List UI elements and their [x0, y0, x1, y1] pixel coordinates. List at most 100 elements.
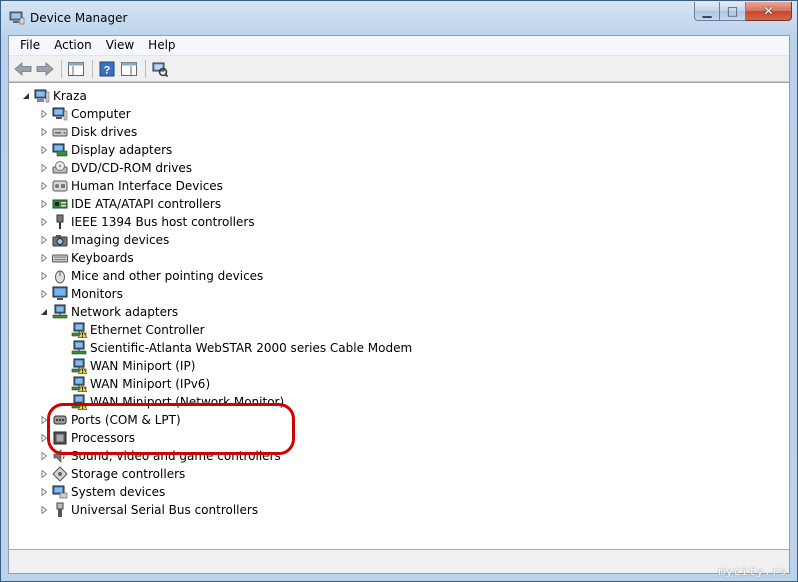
tree-node-label: Universal Serial Bus controllers: [71, 503, 259, 517]
tree-category-keyboards[interactable]: Keyboards: [39, 249, 134, 267]
expand-arrow-icon[interactable]: [39, 181, 49, 191]
tree-device-ethernet-controller[interactable]: Ethernet Controller: [71, 321, 205, 339]
minimize-button[interactable]: ▁: [694, 2, 720, 21]
tree-category-disk-drives[interactable]: Disk drives: [39, 123, 137, 141]
tree-category-mice-and-other-pointing-devices[interactable]: Mice and other pointing devices: [39, 267, 263, 285]
tree-category-ide-ata-atapi-controllers[interactable]: IDE ATA/ATAPI controllers: [39, 195, 221, 213]
tree-category-monitors[interactable]: Monitors: [39, 285, 123, 303]
expand-arrow-icon[interactable]: [39, 235, 49, 245]
expand-arrow-icon[interactable]: [39, 451, 49, 461]
tree-node-label: Mice and other pointing devices: [71, 269, 264, 283]
collapse-arrow-icon[interactable]: [39, 307, 49, 317]
console-tree-icon: [68, 61, 84, 76]
tree-root[interactable]: Kraza: [21, 87, 87, 105]
device-tree[interactable]: Kraza Computer Disk drives Display adapters…: [9, 82, 789, 550]
tree-node-label: Network adapters: [71, 305, 179, 319]
hid-icon: [52, 180, 68, 192]
back-button[interactable]: [13, 59, 33, 79]
toolbar-separator: [92, 59, 93, 78]
tree-node-label: Scientific-Atlanta WebSTAR 2000 series C…: [90, 341, 413, 355]
action-pane-icon: [121, 61, 137, 76]
tree-category-system-devices[interactable]: System devices: [39, 483, 165, 501]
tree-device-wan-miniport-ip[interactable]: WAN Miniport (IP): [71, 357, 195, 375]
close-icon: ✕: [763, 4, 774, 18]
expand-arrow-icon[interactable]: [39, 199, 49, 209]
expand-arrow-icon[interactable]: [39, 253, 49, 263]
expand-arrow-icon[interactable]: [39, 145, 49, 155]
device-manager-window: Device Manager ▁ □ ✕ File Action View He…: [0, 0, 798, 582]
tree-category-human-interface-devices[interactable]: Human Interface Devices: [39, 177, 223, 195]
expand-arrow-icon[interactable]: [39, 469, 49, 479]
scan-hardware-icon: [152, 62, 168, 77]
client-area: File Action View Help ? Kraza Computer D…: [8, 35, 790, 574]
forward-arrow-icon: [36, 61, 54, 76]
expand-arrow-icon[interactable]: [39, 109, 49, 119]
title-bar[interactable]: Device Manager ▁ □ ✕: [1, 1, 797, 35]
warning-network-adapter-icon: [71, 322, 87, 338]
show-action-pane-button[interactable]: [119, 59, 139, 79]
collapse-arrow-icon[interactable]: [21, 91, 31, 101]
close-button[interactable]: ✕: [746, 2, 792, 21]
usb-icon: [56, 502, 64, 517]
menu-file[interactable]: File: [13, 36, 47, 55]
tree-node-label: WAN Miniport (IPv6): [90, 377, 211, 391]
menu-view[interactable]: View: [99, 36, 141, 55]
tree-device-scientific-atlanta-webstar-2000-series-cable-modem[interactable]: Scientific-Atlanta WebSTAR 2000 series C…: [71, 339, 412, 357]
menu-action[interactable]: Action: [47, 36, 99, 55]
tree-category-display-adapters[interactable]: Display adapters: [39, 141, 172, 159]
expand-arrow-icon[interactable]: [39, 163, 49, 173]
expand-arrow-icon[interactable]: [39, 487, 49, 497]
device-manager-icon: [9, 11, 25, 25]
watermark: mycity.rs: [718, 565, 787, 578]
tree-category-universal-serial-bus-controllers[interactable]: Universal Serial Bus controllers: [39, 501, 258, 519]
tree-node-label: Monitors: [71, 287, 123, 301]
toolbar-separator: [145, 59, 146, 78]
expand-arrow-icon[interactable]: [39, 271, 49, 281]
highlight-annotation: [47, 403, 295, 455]
tree-node-label: Imaging devices: [71, 233, 170, 247]
menu-help[interactable]: Help: [141, 36, 182, 55]
window-title: Device Manager: [30, 11, 128, 25]
expand-arrow-icon[interactable]: [39, 505, 49, 515]
network-adapter-icon: [52, 304, 68, 319]
tree-node-label: System devices: [71, 485, 166, 499]
tree-node-label: DVD/CD-ROM drives: [71, 161, 193, 175]
tree-node-label: WAN Miniport (IP): [90, 359, 196, 373]
maximize-button[interactable]: □: [720, 2, 746, 21]
tree-node-label: IEEE 1394 Bus host controllers: [71, 215, 255, 229]
expand-arrow-icon[interactable]: [39, 217, 49, 227]
tree-device-wan-miniport-ipv6[interactable]: WAN Miniport (IPv6): [71, 375, 210, 393]
help-button[interactable]: ?: [97, 59, 117, 79]
tree-node-label: Display adapters: [71, 143, 173, 157]
tree-node-label: Human Interface Devices: [71, 179, 223, 193]
forward-button[interactable]: [35, 59, 55, 79]
monitor-icon: [52, 286, 68, 300]
system-device-icon: [52, 485, 68, 499]
ide-controller-icon: [52, 199, 68, 209]
tree-category-computer[interactable]: Computer: [39, 105, 131, 123]
tree-node-label: Keyboards: [71, 251, 134, 265]
computer-icon: [52, 107, 68, 121]
toolbar-separator: [61, 59, 62, 78]
dvd-drive-icon: [52, 161, 68, 174]
tree-node-label: Ethernet Controller: [90, 323, 205, 337]
tree-category-dvd-cd-rom-drives[interactable]: DVD/CD-ROM drives: [39, 159, 192, 177]
expand-arrow-icon[interactable]: [39, 289, 49, 299]
svg-text:?: ?: [104, 64, 111, 76]
show-hide-console-tree-button[interactable]: [66, 59, 86, 79]
root-icon: [34, 89, 50, 103]
tree-category-network-adapters[interactable]: Network adapters: [39, 303, 178, 321]
tree-category-ieee-1394-bus-host-controllers[interactable]: IEEE 1394 Bus host controllers: [39, 213, 255, 231]
mouse-icon: [55, 270, 65, 284]
expand-arrow-icon[interactable]: [39, 127, 49, 137]
ieee1394-icon: [56, 214, 64, 229]
disk-drive-icon: [52, 128, 68, 137]
scan-hardware-button[interactable]: [150, 59, 170, 79]
network-adapter-icon: [71, 340, 87, 355]
keyboard-icon: [52, 254, 68, 263]
tree-category-imaging-devices[interactable]: Imaging devices: [39, 231, 169, 249]
tree-node-label: Disk drives: [71, 125, 138, 139]
tree-category-storage-controllers[interactable]: Storage controllers: [39, 465, 185, 483]
tree-node-label: Computer: [71, 107, 131, 121]
status-bar: [9, 552, 789, 573]
